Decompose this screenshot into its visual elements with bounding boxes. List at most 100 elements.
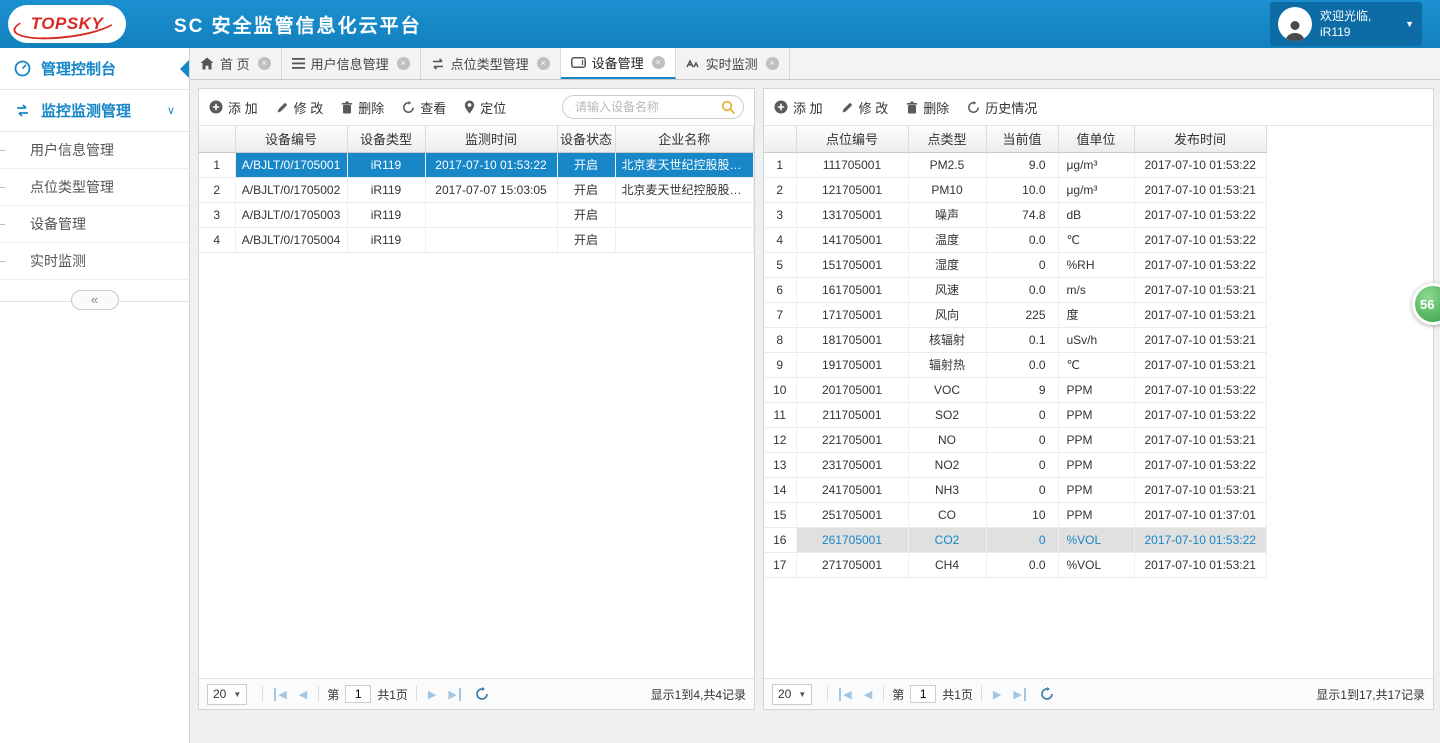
sidebar-item-monitoring[interactable]: 监控监测管理 ∨ (0, 90, 189, 132)
column-header[interactable]: 企业名称 (615, 126, 754, 152)
table-row[interactable]: 12221705001NO0PPM2017-07-10 01:53:21 (764, 427, 1266, 452)
search-icon[interactable] (721, 100, 736, 120)
cell: 151705001 (796, 252, 908, 277)
cell: dB (1058, 202, 1134, 227)
table-row[interactable]: 11211705001SO20PPM2017-07-10 01:53:22 (764, 402, 1266, 427)
column-header[interactable]: 设备编号 (235, 126, 347, 152)
table-row[interactable]: 3131705001噪声74.8dB2017-07-10 01:53:22 (764, 202, 1266, 227)
table-row[interactable]: 2121705001PM1010.0μg/m³2017-07-10 01:53:… (764, 177, 1266, 202)
close-icon[interactable]: × (397, 57, 410, 70)
page-prefix: 第 (892, 686, 904, 703)
edit-button[interactable]: 修 改 (841, 98, 889, 117)
tab-device[interactable]: 设备管理 × (561, 48, 676, 79)
row-number: 17 (764, 552, 796, 577)
page-number-input[interactable] (910, 685, 936, 703)
last-page-button[interactable]: ▶ (448, 688, 460, 701)
cell: iR119 (347, 227, 425, 252)
cell: 221705001 (796, 427, 908, 452)
page-number-input[interactable] (345, 685, 371, 703)
cell: 111705001 (796, 152, 908, 177)
table-row[interactable]: 3A/BJLT/0/1705003iR119开启 (199, 202, 754, 227)
dashboard-icon (14, 60, 31, 77)
sidebar-item-point-type[interactable]: 点位类型管理 (0, 169, 189, 206)
search-input[interactable] (562, 95, 744, 119)
delete-button[interactable]: 删除 (906, 98, 949, 117)
refresh-icon[interactable] (1040, 687, 1054, 701)
column-header[interactable]: 设备状态 (557, 126, 615, 152)
refresh-icon[interactable] (475, 687, 489, 701)
table-row[interactable]: 4141705001温度0.0℃2017-07-10 01:53:22 (764, 227, 1266, 252)
tab-point-type[interactable]: 点位类型管理 × (421, 48, 561, 79)
cell: 0 (986, 252, 1058, 277)
sidebar: 管理控制台 监控监测管理 ∨ 用户信息管理 点位类型管理 设备管理 实时监测 « (0, 48, 190, 743)
add-button[interactable]: 添 加 (209, 98, 258, 117)
table-row[interactable]: 4A/BJLT/0/1705004iR119开启 (199, 227, 754, 252)
column-header[interactable]: 监测时间 (425, 126, 557, 152)
close-icon[interactable]: × (258, 57, 271, 70)
first-page-button[interactable]: ◀ (839, 688, 851, 701)
close-icon[interactable]: × (766, 57, 779, 70)
column-header[interactable]: 当前值 (986, 126, 1058, 152)
close-icon[interactable]: × (537, 57, 550, 70)
table-row[interactable]: 6161705001风速0.0m/s2017-07-10 01:53:21 (764, 277, 1266, 302)
sidebar-item-device[interactable]: 设备管理 (0, 206, 189, 243)
prev-page-button[interactable]: ◀ (864, 688, 872, 701)
table-row[interactable]: 5151705001湿度0%RH2017-07-10 01:53:22 (764, 252, 1266, 277)
caret-down-icon[interactable]: ▼ (1405, 19, 1414, 29)
tab-home[interactable]: 首 页 × (190, 48, 282, 79)
sidebar-item-label: 管理控制台 (41, 58, 116, 79)
sidebar-item-user-info[interactable]: 用户信息管理 (0, 132, 189, 169)
next-page-button[interactable]: ▶ (993, 688, 1001, 701)
table-row[interactable]: 7171705001风向225度2017-07-10 01:53:21 (764, 302, 1266, 327)
column-header[interactable]: 设备类型 (347, 126, 425, 152)
cell: μg/m³ (1058, 152, 1134, 177)
page-size-select[interactable]: 20 ▼ (772, 684, 812, 705)
first-page-button[interactable]: ◀ (274, 688, 286, 701)
edit-button[interactable]: 修 改 (276, 98, 324, 117)
table-row[interactable]: 1A/BJLT/0/1705001iR1192017-07-10 01:53:2… (199, 152, 754, 177)
table-row[interactable]: 17271705001CH40.0%VOL2017-07-10 01:53:21 (764, 552, 1266, 577)
column-header[interactable]: 点类型 (908, 126, 986, 152)
avatar[interactable] (1278, 7, 1312, 41)
table-row[interactable]: 16261705001CO20%VOL2017-07-10 01:53:22 (764, 527, 1266, 552)
sidebar-collapse-button[interactable]: « (71, 290, 119, 310)
page-size-select[interactable]: 20 ▼ (207, 684, 247, 705)
cell: 161705001 (796, 277, 908, 302)
next-page-button[interactable]: ▶ (428, 688, 436, 701)
cell: 241705001 (796, 477, 908, 502)
sidebar-item-console[interactable]: 管理控制台 (0, 48, 189, 90)
table-row[interactable]: 9191705001辐射热0.0℃2017-07-10 01:53:21 (764, 352, 1266, 377)
add-button[interactable]: 添 加 (774, 98, 823, 117)
table-row[interactable]: 2A/BJLT/0/1705002iR1192017-07-07 15:03:0… (199, 177, 754, 202)
tab-realtime[interactable]: 实时监测 × (676, 48, 790, 79)
table-row[interactable]: 8181705001核辐射0.1uSv/h2017-07-10 01:53:21 (764, 327, 1266, 352)
top-header: TOPSKY SC 安全监管信息化云平台 欢迎光临, iR119 ▼ (0, 0, 1440, 48)
sidebar-item-realtime[interactable]: 实时监测 (0, 243, 189, 280)
map-pin-icon (464, 100, 475, 114)
column-header[interactable]: 发布时间 (1134, 126, 1266, 152)
column-header[interactable]: 点位编号 (796, 126, 908, 152)
prev-page-button[interactable]: ◀ (299, 688, 307, 701)
delete-button[interactable]: 删除 (341, 98, 384, 117)
user-menu[interactable]: 欢迎光临, iR119 ▼ (1270, 2, 1422, 46)
row-number-header (199, 126, 235, 152)
close-icon[interactable]: × (652, 56, 665, 69)
table-row[interactable]: 15251705001CO10PPM2017-07-10 01:37:01 (764, 502, 1266, 527)
chevron-down-icon[interactable]: ∨ (167, 104, 175, 117)
monitor-icon (686, 58, 700, 69)
table-row[interactable]: 13231705001NO20PPM2017-07-10 01:53:22 (764, 452, 1266, 477)
table-row[interactable]: 1111705001PM2.59.0μg/m³2017-07-10 01:53:… (764, 152, 1266, 177)
cell: 231705001 (796, 452, 908, 477)
cell: 2017-07-10 01:53:21 (1134, 427, 1266, 452)
tab-user-info[interactable]: 用户信息管理 × (282, 48, 421, 79)
cell: CO2 (908, 527, 986, 552)
cell: 181705001 (796, 327, 908, 352)
locate-button[interactable]: 定位 (464, 98, 506, 117)
cell: PM2.5 (908, 152, 986, 177)
table-row[interactable]: 10201705001VOC9PPM2017-07-10 01:53:22 (764, 377, 1266, 402)
history-button[interactable]: 历史情况 (967, 98, 1037, 117)
table-row[interactable]: 14241705001NH30PPM2017-07-10 01:53:21 (764, 477, 1266, 502)
column-header[interactable]: 值单位 (1058, 126, 1134, 152)
last-page-button[interactable]: ▶ (1013, 688, 1025, 701)
view-button[interactable]: 查看 (402, 98, 446, 117)
